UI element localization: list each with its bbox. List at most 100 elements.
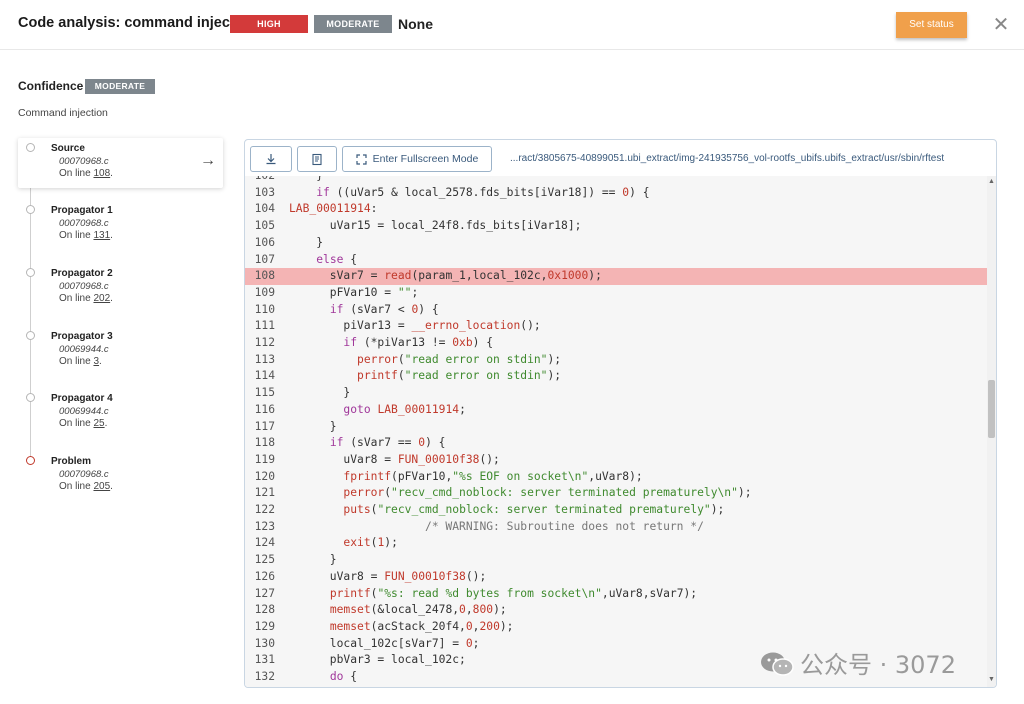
flow-item-propagator-2[interactable]: Propagator 2 00070968.c On line 202.	[18, 263, 223, 313]
scroll-down-icon[interactable]: ▼	[988, 676, 995, 683]
code-text: uVar8 = FUN_00010f38();	[289, 452, 499, 469]
arrow-right-icon[interactable]: →	[200, 152, 216, 170]
code-line: 103 if ((uVar5 & local_2578.fds_bits[iVa…	[245, 185, 987, 202]
code-text: goto LAB_00011914;	[289, 402, 465, 419]
line-number: 118	[254, 436, 275, 450]
flow-item-line: On line 108.	[59, 168, 113, 179]
code-line: 112 if (*piVar13 != 0xb) {	[245, 335, 987, 352]
code-token: (sVar7 ==	[343, 436, 419, 450]
code-text: else {	[289, 252, 357, 269]
flow-item-title: Source	[51, 143, 85, 154]
code-token: LAB_00011914	[289, 202, 371, 216]
code-token: 0	[459, 603, 466, 617]
vulnerability-description: Command injection	[18, 107, 108, 119]
line-number: 132	[254, 670, 275, 683]
code-token: fprintf	[343, 469, 392, 483]
code-token: ;	[411, 285, 419, 299]
line-number: 104	[254, 202, 275, 216]
flow-item-title: Propagator 2	[51, 268, 113, 279]
code-token: }	[289, 419, 337, 433]
code-token: if	[329, 302, 344, 316]
code-text: piVar13 = __errno_location();	[289, 318, 540, 335]
code-token: ,	[465, 603, 473, 617]
vertical-scrollbar[interactable]: ▲ ▼	[987, 176, 996, 687]
moderate-badge: MODERATE	[314, 15, 392, 33]
line-number: 120	[254, 469, 275, 483]
code-token: "%s EOF on socket\n"	[452, 469, 589, 483]
code-token: ((uVar5 & local_2578.fds_bits[iVar18]) =…	[329, 185, 623, 199]
set-status-button[interactable]: Set status	[896, 12, 967, 38]
download-icon	[266, 154, 276, 165]
code-line: 120 fprintf(pFVar10,"%s EOF on socket\n"…	[245, 469, 987, 486]
code-line: 102 }	[245, 176, 987, 185]
flow-dot-icon	[26, 268, 35, 277]
code-token: );	[737, 486, 752, 500]
flow-item-file: 00070968.c	[59, 156, 109, 167]
flow-item-file: 00070968.c	[59, 469, 109, 480]
flow-item-title: Propagator 4	[51, 393, 113, 404]
flow-dot-icon	[26, 143, 35, 152]
code-line: 114 printf("read error on stdin");	[245, 368, 987, 385]
flow-item-propagator-1[interactable]: Propagator 1 00070968.c On line 131.	[18, 200, 223, 250]
code-text: if (*piVar13 != 0xb) {	[289, 335, 493, 352]
code-text: puts("recv_cmd_noblock: server terminate…	[289, 502, 724, 519]
code-text: LAB_00011914:	[289, 201, 377, 218]
file-path: ...ract/3805675-40899051.ubi_extract/img…	[510, 153, 945, 164]
line-number: 115	[254, 386, 275, 400]
code-line: 125 }	[245, 552, 987, 569]
code-token: "recv_cmd_noblock: server terminated pre…	[391, 486, 738, 500]
flow-item-line: On line 3.	[59, 356, 102, 367]
watermark-text: 公众号 · 3072	[800, 651, 956, 679]
flow-item-source[interactable]: Source 00070968.c On line 108. →	[18, 138, 223, 188]
code-line: 127 printf("%s: read %d bytes from socke…	[245, 586, 987, 603]
flow-item-propagator-4[interactable]: Propagator 4 00069944.c On line 25.	[18, 388, 223, 438]
severity-badge: HIGH	[230, 15, 308, 33]
code-token: perror	[357, 352, 398, 366]
code-text: uVar15 = local_24f8.fds_bits[iVar18];	[289, 218, 582, 235]
code-token: (param_1,local_102c,	[411, 269, 548, 283]
fullscreen-button[interactable]: Enter Fullscreen Mode	[342, 146, 492, 172]
line-link[interactable]: 25	[93, 418, 104, 429]
code-token: piVar13 =	[289, 319, 412, 333]
code-viewer: Enter Fullscreen Mode ...ract/3805675-40…	[244, 139, 997, 688]
code-text: if (sVar7 < 0) {	[289, 302, 439, 319]
code-text: memset(acStack_20f4,0,200);	[289, 619, 514, 636]
line-link[interactable]: 202	[93, 293, 110, 304]
code-token: uVar15 = local_24f8.fds_bits[iVar18];	[289, 219, 582, 233]
code-text: pFVar10 = "";	[289, 285, 418, 302]
code-token: (	[397, 369, 405, 383]
problem-dot-icon	[26, 456, 35, 465]
line-number: 130	[254, 636, 275, 650]
close-icon[interactable]: ✕	[990, 14, 1012, 36]
code-token: ;	[472, 636, 480, 650]
code-line: 117 }	[245, 419, 987, 436]
scroll-thumb[interactable]	[988, 380, 995, 438]
code-line: 123 /* WARNING: Subroutine does not retu…	[245, 519, 987, 536]
scroll-up-icon[interactable]: ▲	[988, 178, 995, 185]
code-line: 113 perror("read error on stdin");	[245, 352, 987, 369]
line-link[interactable]: 3	[93, 356, 99, 367]
flow-item-problem[interactable]: Problem 00070968.c On line 205.	[18, 451, 223, 501]
line-link[interactable]: 205	[93, 481, 110, 492]
code-token: (pFVar10,	[391, 469, 453, 483]
fullscreen-label: Enter Fullscreen Mode	[372, 153, 479, 165]
line-link[interactable]: 108	[93, 168, 110, 179]
flow-item-title: Problem	[51, 456, 92, 467]
flow-item-propagator-3[interactable]: Propagator 3 00069944.c On line 3.	[18, 326, 223, 376]
code-text: }	[289, 419, 337, 436]
code-text: if ((uVar5 & local_2578.fds_bits[iVar18]…	[289, 185, 649, 202]
code-token: }	[289, 386, 351, 400]
download-button[interactable]	[250, 146, 292, 172]
line-prefix: On line	[59, 230, 94, 241]
line-number: 112	[254, 336, 275, 349]
code-token: "%s: read %d bytes from socket\n"	[377, 586, 602, 600]
copy-button[interactable]	[297, 146, 337, 172]
flow-item-file: 00070968.c	[59, 281, 109, 292]
code-text: }	[289, 552, 337, 569]
flow-dot-icon	[26, 393, 35, 402]
line-link[interactable]: 131	[93, 230, 110, 241]
